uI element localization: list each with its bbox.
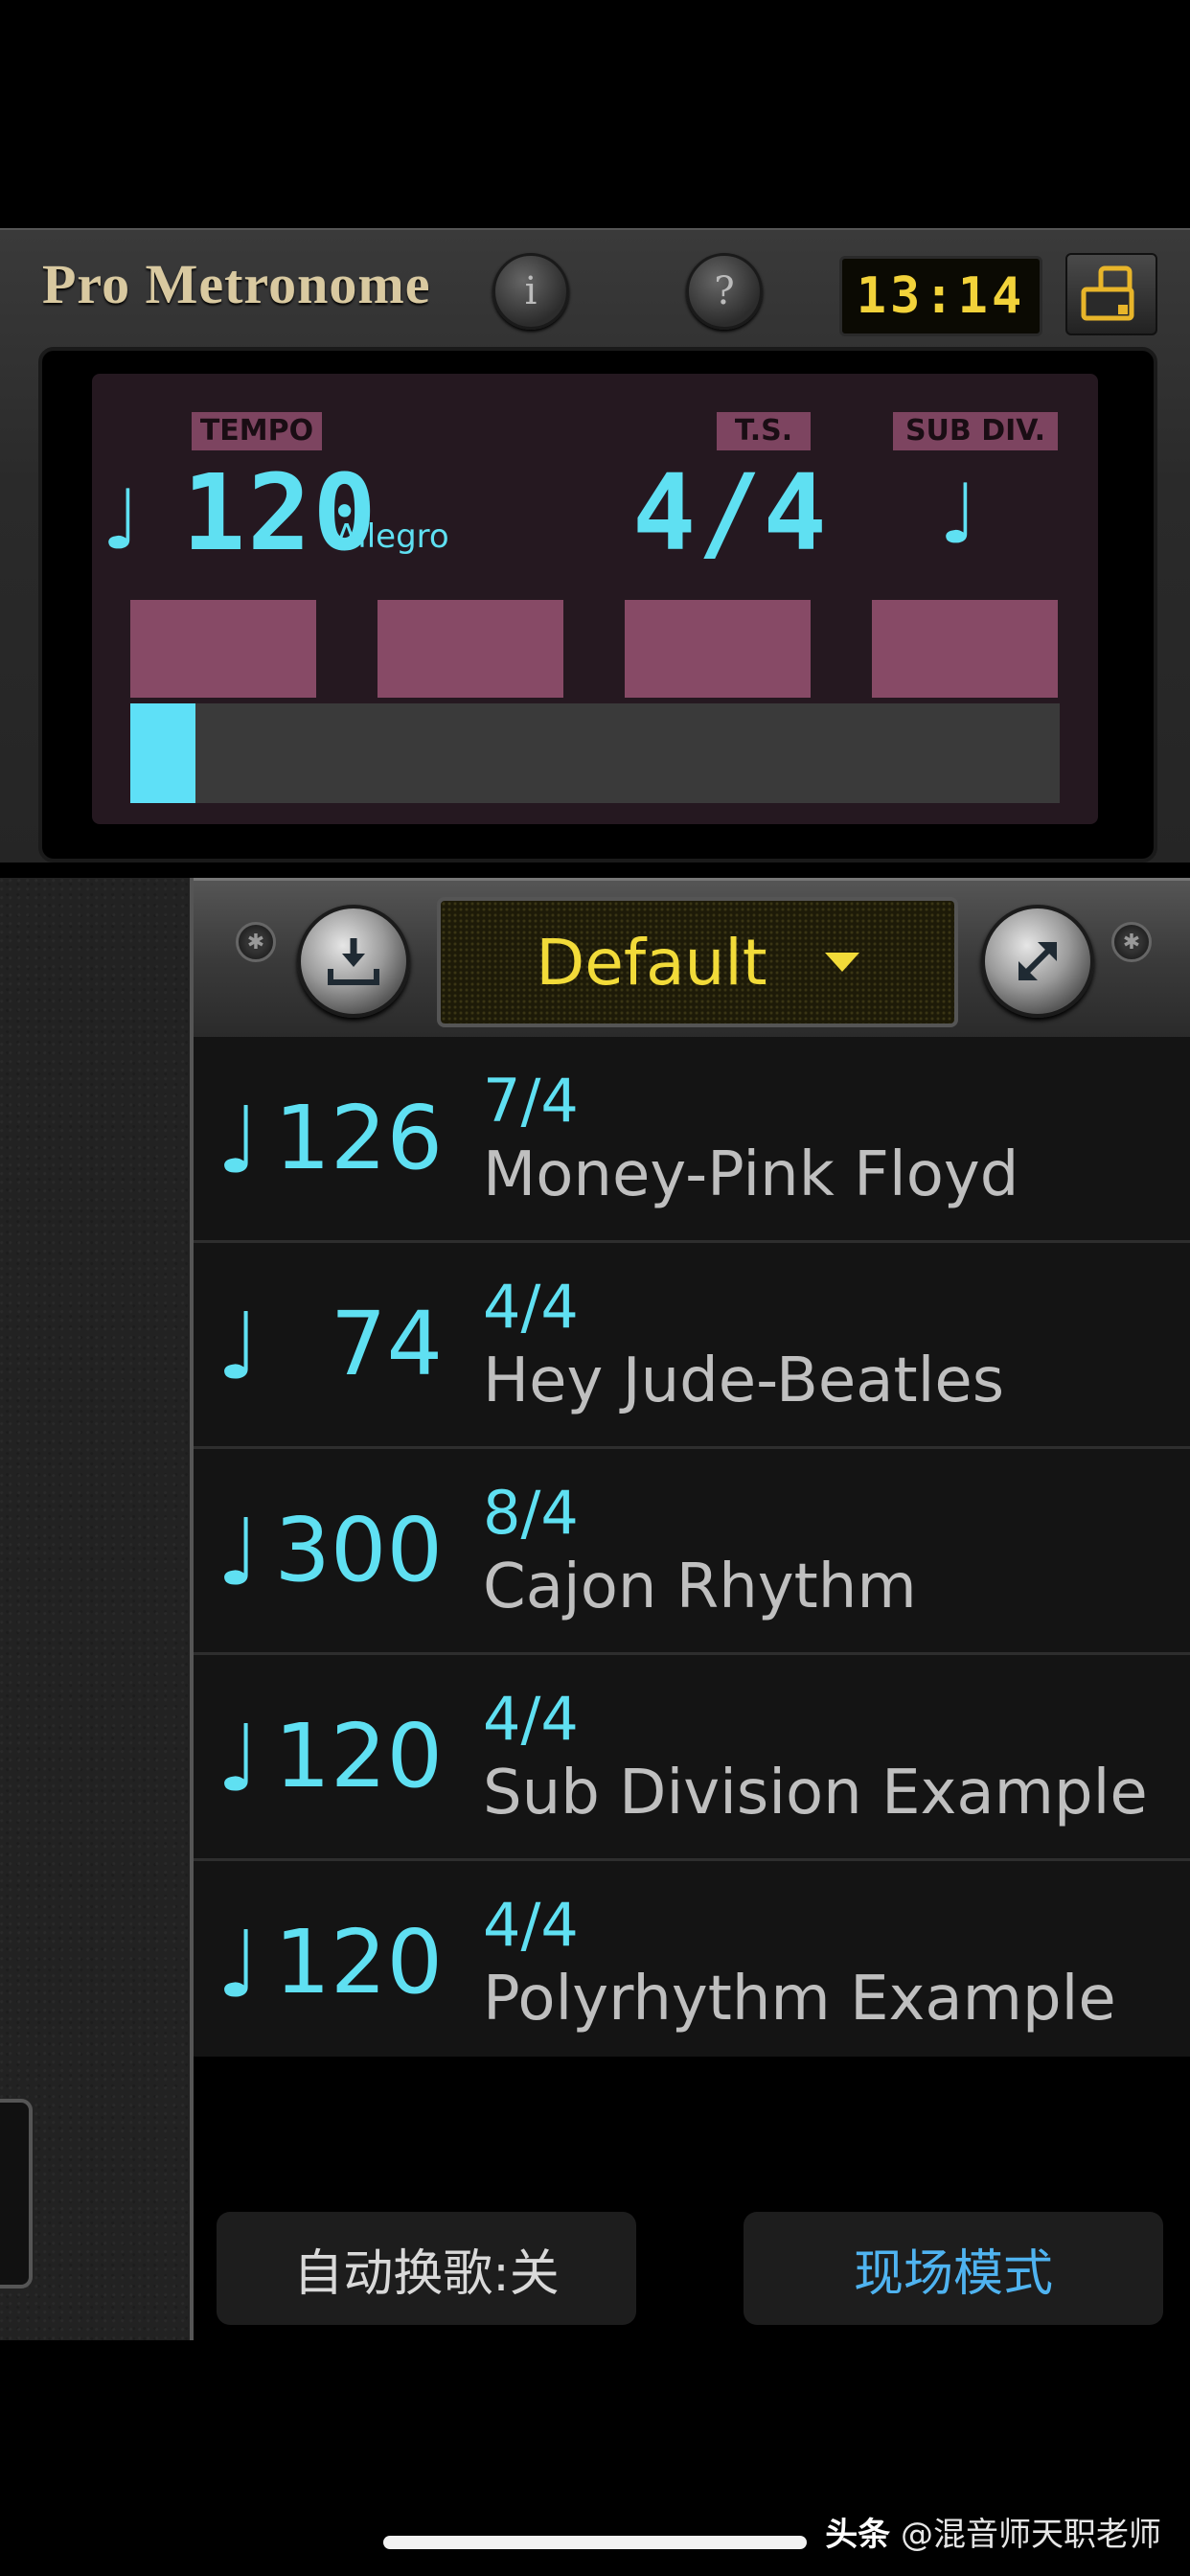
song-tempo: 300 [274, 1499, 443, 1601]
song-tempo: 74 [330, 1293, 443, 1395]
beat-indicator [625, 600, 811, 698]
screw-icon: ✱ [236, 922, 276, 962]
tempo-tag: TEMPO [192, 412, 322, 450]
song-row[interactable]: ♩ 120 4/4 Sub Division Example [194, 1655, 1190, 1861]
song-tempo: 120 [274, 1911, 443, 2013]
beat-progress-track [130, 703, 1060, 803]
import-button[interactable] [297, 905, 410, 1018]
preset-name: Default [536, 925, 767, 1000]
subdivision-tag: SUB DIV. [893, 412, 1058, 450]
beat-indicator [378, 600, 563, 698]
song-time-signature: 8/4 [483, 1478, 579, 1548]
time-signature-value[interactable]: 4/4 [632, 460, 829, 565]
auto-switch-label: 自动换歌:关 [293, 2244, 560, 2303]
layout-toggle-button[interactable] [1065, 253, 1157, 335]
info-button[interactable]: i [492, 253, 569, 330]
tempo-note-icon: ♩ [102, 472, 141, 568]
help-icon: ? [714, 269, 735, 313]
watermark: 头条 @混音师天职老师 [825, 2508, 1161, 2555]
time-signature-tag: T.S. [717, 412, 811, 450]
caret-down-icon [824, 953, 859, 972]
live-mode-label: 现场模式 [853, 2244, 1053, 2303]
watermark-user: @混音师天职老师 [901, 2516, 1161, 2554]
screw-icon: ✱ [1111, 922, 1152, 962]
clock-display: 13:14 [839, 256, 1042, 336]
song-row[interactable]: ♩ 120 4/4 Polyrhythm Example [194, 1861, 1190, 2067]
phone-tablet-layout-icon [1081, 265, 1134, 321]
note-icon: ♩ [217, 1499, 261, 1606]
song-row[interactable]: ♩ 300 8/4 Cajon Rhythm [194, 1449, 1190, 1655]
note-icon: ♩ [217, 1705, 261, 1812]
auto-switch-button[interactable]: 自动换歌:关 [217, 2212, 636, 2325]
tempo-marking: Allegro [335, 518, 449, 556]
song-list[interactable]: ♩ 126 7/4 Money-Pink Floyd ♩ 74 4/4 Hey … [194, 1037, 1190, 2067]
song-row[interactable]: ♩ 74 4/4 Hey Jude-Beatles [194, 1243, 1190, 1449]
help-button[interactable]: ? [686, 253, 763, 330]
note-icon: ♩ [217, 1087, 261, 1194]
expand-arrows-icon [1018, 942, 1057, 980]
watermark-brand: 头条 [825, 2516, 891, 2554]
note-icon: ♩ [217, 1293, 261, 1400]
beat-progress-fill [130, 703, 195, 803]
song-name: Sub Division Example [483, 1758, 1148, 1828]
beat-indicator [872, 600, 1058, 698]
info-icon: i [524, 269, 538, 313]
song-time-signature: 4/4 [483, 1684, 579, 1754]
expand-button[interactable] [981, 905, 1094, 1018]
song-name: Polyrhythm Example [483, 1964, 1116, 2035]
note-icon: ♩ [217, 1911, 261, 2018]
beat-indicator [130, 600, 316, 698]
song-time-signature: 7/4 [483, 1066, 579, 1136]
song-name: Money-Pink Floyd [483, 1139, 1019, 1210]
live-mode-button[interactable]: 现场模式 [744, 2212, 1163, 2325]
song-time-signature: 4/4 [483, 1272, 579, 1342]
preset-dropdown[interactable]: Default [437, 897, 958, 1027]
subdivision-note-icon[interactable]: ♩ [939, 473, 978, 556]
song-row[interactable]: ♩ 126 7/4 Money-Pink Floyd [194, 1037, 1190, 1243]
song-time-signature: 4/4 [483, 1890, 579, 1960]
song-name: Hey Jude-Beatles [483, 1346, 1005, 1416]
side-drawer-handle[interactable] [0, 2099, 33, 2288]
song-tempo: 126 [274, 1087, 443, 1189]
song-tempo: 120 [274, 1705, 443, 1807]
app-title: Pro Metronome [42, 253, 431, 315]
home-indicator[interactable] [383, 2536, 807, 2549]
song-name: Cajon Rhythm [483, 1552, 917, 1622]
download-tray-icon [328, 938, 379, 985]
